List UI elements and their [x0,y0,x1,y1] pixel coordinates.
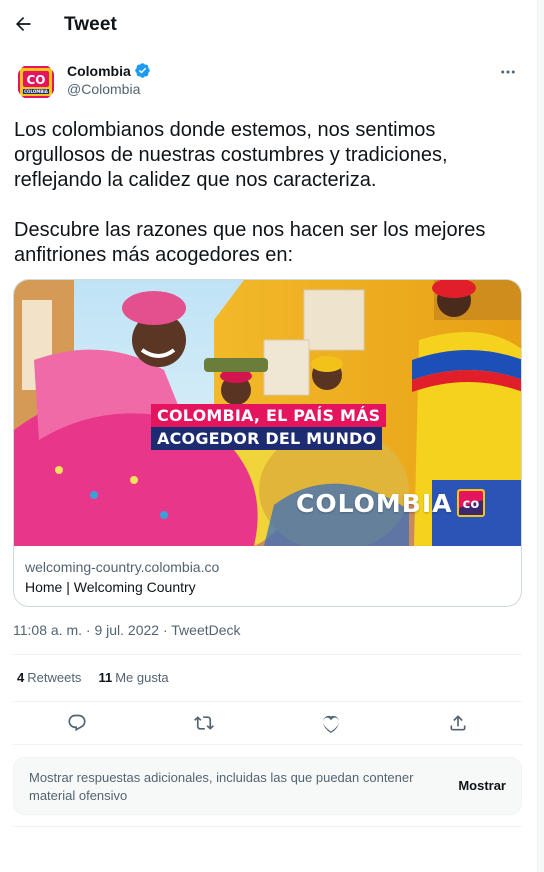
link-preview-card[interactable]: COLOMBIA, EL PAÍS MÁS ACOGEDOR DEL MUNDO… [13,279,522,607]
reply-button[interactable] [59,705,95,741]
verified-badge-icon [135,63,150,78]
tweet-text: Los colombianos donde estemos, nos senti… [14,119,486,266]
divider [13,654,522,655]
display-name[interactable]: Colombia [67,63,131,79]
author-names: Colombia @Colombia [67,62,151,97]
author-handle[interactable]: @Colombia [67,81,151,97]
retweet-button[interactable] [186,705,222,741]
avatar-logo-subtext: COLOMBIA [24,89,49,94]
retweets-stat[interactable]: 4 Retweets [17,670,81,685]
card-footer: welcoming-country.colombia.co Home | Wel… [14,546,521,606]
arrow-left-icon [16,17,31,31]
colombia-brand-logo: COLOMBIA co [296,488,486,518]
card-image: COLOMBIA, EL PAÍS MÁS ACOGEDOR DEL MUNDO… [14,280,521,546]
likes-label: Me gusta [115,670,169,685]
back-button[interactable] [6,7,40,41]
meta-separator: · [82,622,95,638]
like-icon [323,715,340,733]
share-button[interactable] [440,705,476,741]
likes-stat[interactable]: 11 Me gusta [98,670,168,685]
retweet-icon [193,716,214,730]
card-title: Home | Welcoming Country [25,579,196,595]
card-domain: welcoming-country.colombia.co [25,559,220,575]
meta-separator: · [159,622,172,638]
page-header: Tweet [0,0,538,50]
tweet-date[interactable]: 9 jul. 2022 [94,622,159,638]
tweet-author: CO COLOMBIA Colombia @Colombia [16,60,522,104]
tweet-time[interactable]: 11:08 a. m. [13,622,82,638]
more-horizontal-icon [501,70,515,74]
more-replies-text: Mostrar respuestas adicionales, incluida… [29,770,414,803]
brand-wordmark: COLOMBIA [296,488,453,518]
page-title: Tweet [64,14,117,35]
co-badge-icon: co [457,489,486,517]
divider [13,744,522,745]
right-edge-background [538,0,544,872]
avatar-logo-text: CO [26,73,45,87]
tweet-source[interactable]: TweetDeck [171,622,240,638]
tweet-stats: 4 Retweets 11 Me gusta [17,670,169,685]
retweets-label: Retweets [27,670,82,685]
tweet-detail-column: Tweet CO COLOMBIA Colombia @Colombia Los… [0,0,538,872]
display-name-row: Colombia [67,62,151,79]
reply-icon [68,714,86,732]
tweet-actions [13,702,522,744]
banner-headline-line1: COLOMBIA, EL PAÍS MÁS [151,404,387,427]
card-banner: COLOMBIA, EL PAÍS MÁS ACOGEDOR DEL MUNDO [151,404,387,450]
like-button[interactable] [313,705,349,741]
likes-count: 11 [98,670,113,685]
show-more-button[interactable]: Mostrar [458,778,506,793]
tweet-meta: 11:08 a. m. · 9 jul. 2022 · TweetDeck [13,622,241,638]
banner-headline-line2: ACOGEDOR DEL MUNDO [151,427,383,450]
co-badge-text: co [463,497,480,512]
retweets-count: 4 [17,670,25,685]
avatar[interactable]: CO COLOMBIA [16,62,56,102]
divider [13,826,522,827]
show-more-replies-prompt: Mostrar respuestas adicionales, incluida… [13,757,522,815]
more-options-button[interactable] [494,60,522,84]
share-icon [450,715,466,731]
